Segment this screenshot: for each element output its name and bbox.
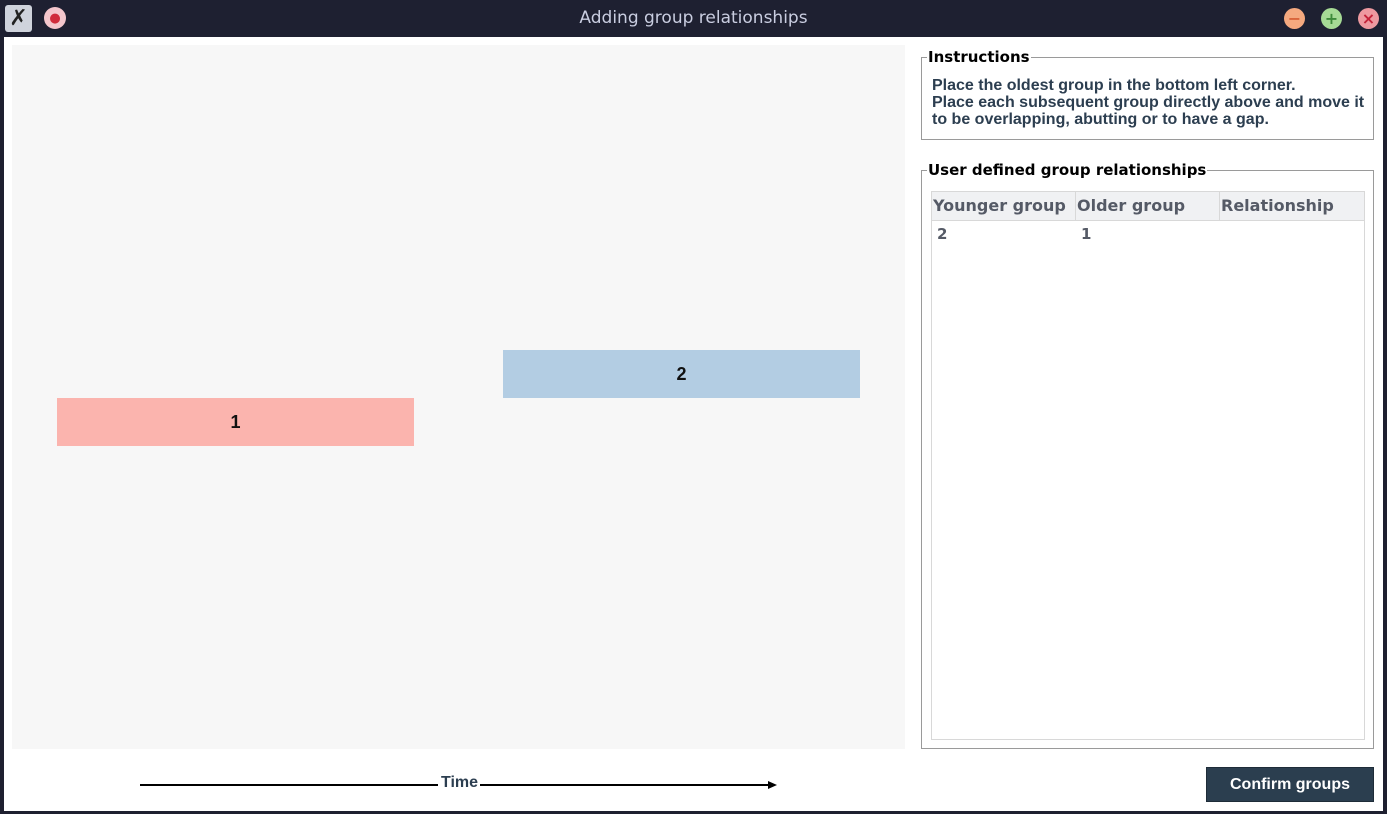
instructions-panel: Instructions Place the oldest group in t… xyxy=(921,48,1374,140)
column-header-older-group[interactable]: Older group xyxy=(1076,192,1220,220)
group-box-2[interactable]: 2 xyxy=(503,350,860,398)
window-title: Adding group relationships xyxy=(579,8,808,28)
cell-relationship xyxy=(1220,221,1364,247)
instruction-line: to be overlapping, abutting or to have a… xyxy=(932,111,1269,128)
instructions-text: Place the oldest group in the bottom lef… xyxy=(932,77,1364,128)
table-row[interactable]: 2 1 xyxy=(932,221,1364,247)
instruction-line: Place the oldest group in the bottom lef… xyxy=(932,77,1296,94)
window-client-area: 1 2 Time Instructions Place the oldest g… xyxy=(4,37,1383,811)
cell-older-group: 1 xyxy=(1081,225,1092,243)
instructions-legend: Instructions xyxy=(927,48,1031,66)
confirm-groups-button[interactable]: Confirm groups xyxy=(1206,767,1374,802)
minimize-button[interactable]: − xyxy=(1284,8,1305,29)
time-axis-line-left xyxy=(140,784,438,786)
instruction-line: Place each subsequent group directly abo… xyxy=(932,94,1365,111)
group-canvas[interactable]: 1 2 xyxy=(12,45,905,749)
time-axis-label: Time xyxy=(441,774,479,791)
maximize-button[interactable]: + xyxy=(1321,8,1342,29)
relationships-panel: User defined group relationships Younger… xyxy=(921,161,1374,749)
group-box-1[interactable]: 1 xyxy=(57,398,414,446)
cell-younger-group: 2 xyxy=(937,225,948,243)
close-button[interactable]: × xyxy=(1358,8,1379,29)
column-header-younger-group[interactable]: Younger group xyxy=(932,192,1076,220)
table-header: Younger group Older group Relationship xyxy=(932,192,1364,221)
time-axis-line-right xyxy=(480,784,772,786)
relationships-legend: User defined group relationships xyxy=(927,161,1208,179)
column-header-relationship[interactable]: Relationship xyxy=(1220,192,1364,220)
time-arrow-icon xyxy=(768,781,777,789)
relationships-table[interactable]: Younger group Older group Relationship 2… xyxy=(931,191,1365,740)
title-bar: ✗ ● Adding group relationships − + × xyxy=(0,0,1387,37)
